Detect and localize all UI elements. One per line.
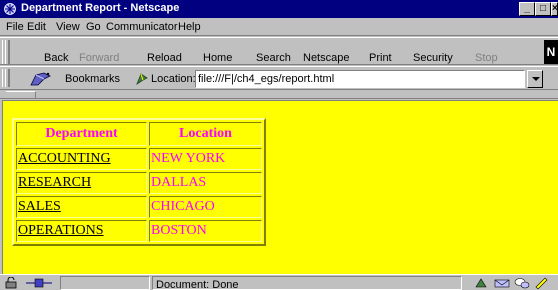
location-input[interactable]: file:///F|/ch4_egs/report.html	[195, 70, 525, 88]
netscape-button[interactable]: Netscape	[303, 52, 349, 64]
title-bar: Department Report - Netscape _ □ ×	[0, 0, 558, 18]
navigation-toolbar: Back Forward Reload Home Search Netscape…	[0, 37, 558, 65]
collapsed-toolbar-strip	[0, 91, 558, 99]
maximize-button[interactable]: □	[535, 2, 551, 16]
department-header: Department	[16, 122, 147, 146]
connection-icon	[26, 278, 52, 288]
location-grip[interactable]	[2, 69, 10, 87]
page-proxy-icon[interactable]	[135, 72, 149, 86]
netscape-app-icon	[4, 3, 16, 15]
search-button[interactable]: Search	[256, 52, 291, 64]
discussions-icon[interactable]	[514, 277, 530, 289]
menu-help[interactable]: Help	[178, 21, 201, 33]
table-header-row: Department Location	[16, 122, 262, 146]
window-title: Department Report - Netscape	[21, 2, 180, 14]
bookmarks-icon[interactable]	[30, 71, 52, 87]
stop-button[interactable]: Stop	[475, 52, 498, 64]
mailbox-icon[interactable]	[494, 277, 510, 289]
department-link[interactable]: OPERATIONS	[16, 220, 147, 242]
menu-bar: File Edit View Go Communicator Help	[0, 18, 558, 36]
status-text-panel: Document: Done	[152, 276, 462, 290]
location-dropdown-button[interactable]	[527, 70, 543, 88]
reload-button[interactable]: Reload	[147, 52, 182, 64]
netscape-logo[interactable]: N	[544, 40, 558, 64]
location-cell: CHICAGO	[149, 196, 262, 218]
table-row: SALES CHICAGO	[16, 196, 262, 218]
status-bar: Document: Done	[0, 274, 558, 290]
location-toolbar: Bookmarks Location: file:///F|/ch4_egs/r…	[0, 66, 558, 90]
page-viewport: Department Location ACCOUNTING NEW YORK …	[2, 100, 558, 274]
menu-edit[interactable]: Edit	[27, 21, 46, 33]
table-row: RESEARCH DALLAS	[16, 172, 262, 194]
composer-icon[interactable]	[534, 277, 548, 289]
navigator-icon[interactable]	[474, 277, 488, 289]
menu-file[interactable]: File	[6, 21, 24, 33]
close-button[interactable]: ×	[551, 2, 558, 16]
location-cell: BOSTON	[149, 220, 262, 242]
menu-communicator[interactable]: Communicator	[106, 21, 178, 33]
progress-panel	[60, 276, 150, 290]
location-label: Location:	[151, 73, 196, 85]
department-link[interactable]: ACCOUNTING	[16, 148, 147, 170]
forward-button[interactable]: Forward	[79, 52, 119, 64]
security-button[interactable]: Security	[413, 52, 453, 64]
department-link[interactable]: RESEARCH	[16, 172, 147, 194]
collapsed-toolbar-tab[interactable]	[6, 91, 36, 98]
minimize-button[interactable]: _	[519, 2, 535, 16]
print-button[interactable]: Print	[369, 52, 392, 64]
status-text: Document: Done	[156, 279, 239, 290]
menu-view[interactable]: View	[56, 21, 80, 33]
table-row: ACCOUNTING NEW YORK	[16, 148, 262, 170]
bookmarks-label[interactable]: Bookmarks	[65, 73, 120, 85]
location-cell: DALLAS	[149, 172, 262, 194]
security-lock-icon[interactable]	[4, 277, 18, 289]
back-button[interactable]: Back	[44, 52, 68, 64]
department-link[interactable]: SALES	[16, 196, 147, 218]
department-table: Department Location ACCOUNTING NEW YORK …	[12, 118, 266, 246]
location-header: Location	[149, 122, 262, 146]
toolbar-grip[interactable]	[2, 40, 10, 64]
home-button[interactable]: Home	[203, 52, 232, 64]
table-row: OPERATIONS BOSTON	[16, 220, 262, 242]
menu-go[interactable]: Go	[86, 21, 101, 33]
location-cell: NEW YORK	[149, 148, 262, 170]
